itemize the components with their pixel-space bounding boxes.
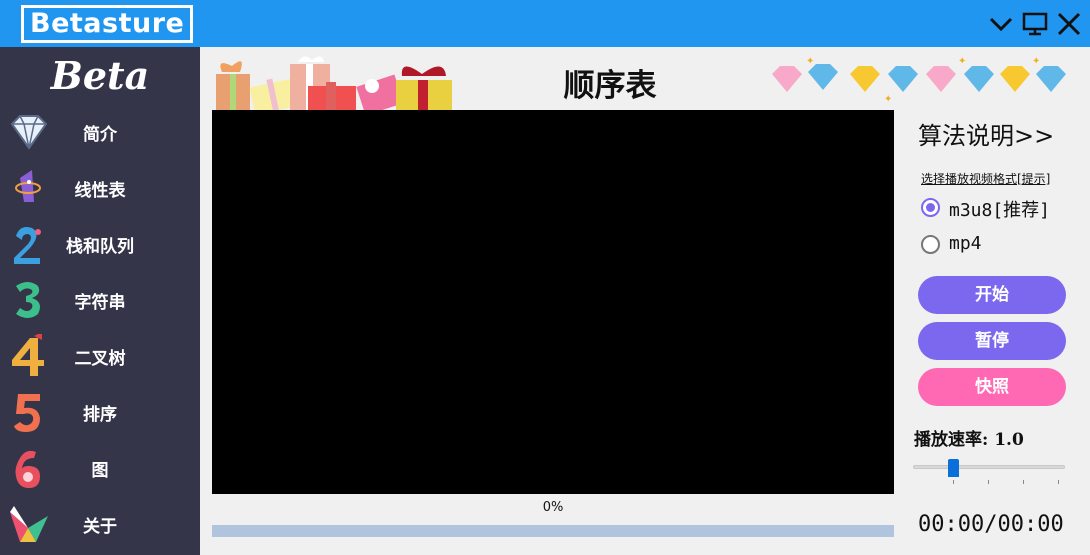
slider-tick xyxy=(953,480,954,484)
page-title: 顺序表 xyxy=(563,68,657,104)
slider-track xyxy=(913,465,1065,469)
video-format-label[interactable]: 选择播放视频格式[提示] xyxy=(921,170,1050,187)
sidebar-item-string[interactable]: 字符串 xyxy=(0,274,200,326)
sidebar-item-label: 二叉树 xyxy=(74,349,126,369)
sidebar-item-binary-tree[interactable]: 二叉树 xyxy=(0,330,200,382)
number-one-icon xyxy=(15,170,41,202)
sidebar-item-label: 线性表 xyxy=(74,181,126,201)
sidebar-item-label: 简介 xyxy=(83,125,117,145)
sidebar-item-graph[interactable]: 图 xyxy=(0,442,200,494)
svg-text:✦: ✦ xyxy=(884,94,892,105)
paper-crane-icon xyxy=(10,506,48,542)
playback-speed-slider[interactable] xyxy=(913,458,1065,484)
sidebar-item-stack-queue[interactable]: 栈和队列 xyxy=(0,218,200,270)
app-brand: Betasture xyxy=(21,5,194,43)
sidebar-logo: Beta xyxy=(50,53,150,98)
svg-text:✦: ✦ xyxy=(1032,56,1040,67)
playback-speed-label: 播放速率: 1.0 xyxy=(914,430,1024,450)
diamond-icon xyxy=(10,115,48,150)
radio-label: mp4 xyxy=(949,233,982,254)
slider-tick xyxy=(1058,480,1059,484)
sidebar-item-label: 关于 xyxy=(83,517,117,537)
progress-bar[interactable] xyxy=(212,525,894,537)
radio-unchecked-icon[interactable] xyxy=(921,235,940,254)
svg-text:✦: ✦ xyxy=(958,56,966,67)
monitor-icon[interactable] xyxy=(1021,10,1049,38)
number-two-icon xyxy=(14,227,41,264)
format-radio-m3u8[interactable]: m3u8[推荐] xyxy=(921,194,1081,221)
progress-percent: 0% xyxy=(542,500,564,515)
chevron-down-icon[interactable] xyxy=(987,10,1015,38)
pause-button[interactable]: 暂停 xyxy=(918,322,1066,360)
sidebar-item-label: 排序 xyxy=(83,405,117,425)
snapshot-button[interactable]: 快照 xyxy=(918,368,1066,406)
radio-label: m3u8[推荐] xyxy=(949,200,1051,221)
sidebar-item-label: 栈和队列 xyxy=(66,237,134,257)
video-player[interactable] xyxy=(212,110,894,494)
format-radio-mp4[interactable]: mp4 xyxy=(921,231,1081,257)
number-five-icon xyxy=(14,394,40,432)
slider-tick xyxy=(1023,480,1024,484)
playback-time: 00:00/00:00 xyxy=(918,512,1064,537)
number-three-icon xyxy=(16,282,40,318)
close-icon[interactable] xyxy=(1055,10,1083,38)
start-button[interactable]: 开始 xyxy=(918,276,1066,314)
number-six-icon xyxy=(15,450,40,488)
gift-boxes-decoration xyxy=(216,56,452,110)
sidebar-item-linear-list[interactable]: 线性表 xyxy=(0,162,200,214)
diamonds-decoration: ✦ ✦ ✦ ✦ xyxy=(772,56,1066,105)
algorithm-description-link[interactable]: 算法说明>> xyxy=(918,116,1054,151)
title-bar: Betasture xyxy=(0,0,1090,47)
svg-text:✦: ✦ xyxy=(806,56,814,67)
radio-checked-icon[interactable] xyxy=(921,198,940,217)
sidebar-item-label: 字符串 xyxy=(74,293,126,313)
sidebar: Beta 简介 线性表 栈和队列 字符串 二叉树 排序 图 关于 xyxy=(0,47,200,555)
slider-tick xyxy=(988,480,989,484)
sidebar-item-sort[interactable]: 排序 xyxy=(0,386,200,438)
number-four-icon xyxy=(12,334,44,376)
slider-thumb[interactable] xyxy=(948,459,959,477)
sidebar-item-about[interactable]: 关于 xyxy=(0,498,200,550)
sidebar-item-label: 图 xyxy=(91,461,109,481)
sidebar-item-intro[interactable]: 简介 xyxy=(0,106,200,158)
